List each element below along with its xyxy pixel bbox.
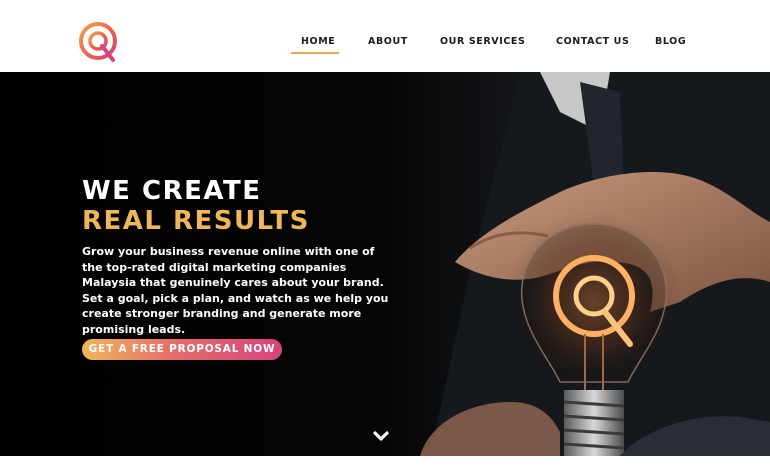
chevron-down-icon[interactable] xyxy=(372,430,390,444)
nav-contact-us[interactable]: CONTACT US xyxy=(556,36,629,47)
nav-active-indicator xyxy=(291,52,339,54)
get-free-proposal-button[interactable]: GET A FREE PROPOSAL NOW xyxy=(82,339,282,360)
nav-home[interactable]: HOME xyxy=(301,36,335,47)
nav-our-services[interactable]: OUR SERVICES xyxy=(440,36,525,47)
hero-headline: WE CREATE REAL RESULTS xyxy=(82,176,310,236)
hero-banner: WE CREATE REAL RESULTS Grow your busines… xyxy=(0,72,770,456)
page-bottom-strip xyxy=(0,456,770,470)
hero-description: Grow your business revenue online with o… xyxy=(82,245,389,336)
nav-blog[interactable]: BLOG xyxy=(655,36,686,47)
hero-headline-line1: WE CREATE xyxy=(82,176,262,206)
main-nav: HOME ABOUT OUR SERVICES CONTACT US BLOG xyxy=(0,36,770,50)
hero-headline-line2: REAL RESULTS xyxy=(82,206,310,236)
site-header: HOME ABOUT OUR SERVICES CONTACT US BLOG xyxy=(0,0,770,72)
nav-about[interactable]: ABOUT xyxy=(368,36,408,47)
